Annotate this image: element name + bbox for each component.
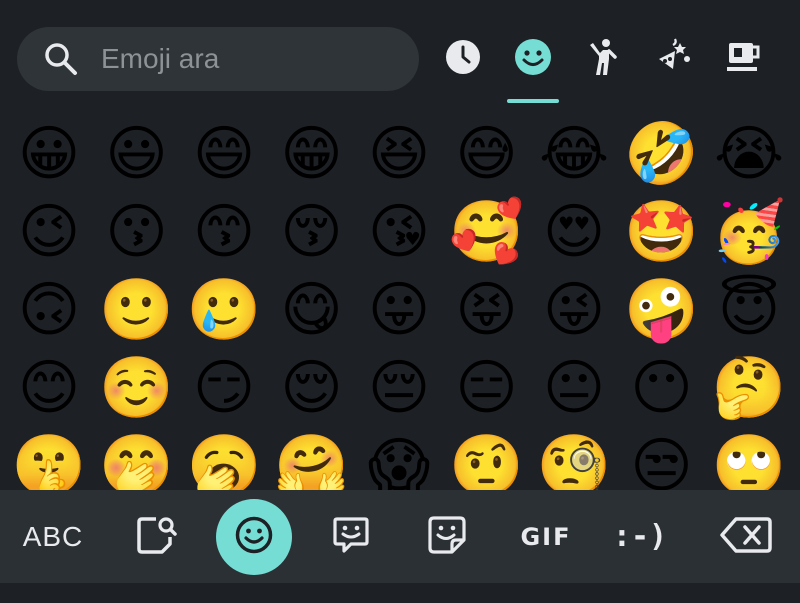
emoji-key[interactable]: 😗	[94, 192, 180, 272]
abc-button[interactable]: ABC	[8, 490, 98, 583]
smiley-icon	[234, 515, 274, 559]
emoji-key[interactable]: 😱	[356, 426, 442, 492]
keyboard-bottom-bar: ABC GIF:-)	[0, 490, 800, 583]
backspace-icon	[719, 515, 773, 559]
emoji-key[interactable]: 😶	[619, 348, 705, 428]
emoji-key[interactable]: 😇	[706, 270, 792, 350]
emoji-key[interactable]: 😝	[444, 270, 530, 350]
emoji-key[interactable]: 🤩	[619, 192, 705, 272]
emoji-key[interactable]: ☺️	[94, 348, 180, 428]
emoji-key[interactable]: 🥲	[181, 270, 267, 350]
emoji-key[interactable]: 😍	[531, 192, 617, 272]
emoji-key[interactable]: 🤭	[94, 426, 180, 492]
active-tab-indicator	[507, 99, 559, 103]
tab-smileys[interactable]	[511, 37, 555, 81]
sticker-button[interactable]	[416, 490, 478, 583]
emoji-key[interactable]: 😄	[181, 114, 267, 194]
emoji-key[interactable]: 😌	[269, 348, 355, 428]
cup-icon	[723, 37, 763, 81]
emoji-key[interactable]: 😭	[706, 114, 792, 194]
emoji-key[interactable]: 🤨	[444, 426, 530, 492]
tab-activities[interactable]	[651, 37, 695, 81]
emoji-key[interactable]: 😘	[356, 192, 442, 272]
emoji-mode-active-indicator	[216, 498, 292, 575]
gif-button[interactable]: GIF	[510, 490, 582, 583]
emoji-key[interactable]: 🤪	[619, 270, 705, 350]
emoji-key[interactable]: 🙃	[6, 270, 92, 350]
clock-icon	[444, 38, 482, 80]
emoji-key[interactable]: 😆	[356, 114, 442, 194]
sticker-icon	[426, 514, 468, 560]
emoji-grid: 😀 😃 😄 😁 😆 😅 😂 🤣 😭 😉 😗 😙 😚 😘 🥰 😍 🤩 🥳 🙃 🙂 🥲 😋 😛 😝 😜 🤪 😇 😊 ☺️ 😏 😌 😔 😑 😐 😶 🤔 🤫 🤭 🥱…	[0, 112, 800, 492]
emoji-key[interactable]: 😜	[531, 270, 617, 350]
tab-food[interactable]	[721, 37, 765, 81]
emoji-key[interactable]: 😐	[531, 348, 617, 428]
tab-people[interactable]	[581, 37, 625, 81]
smiley-icon	[513, 37, 553, 81]
emoji-key[interactable]: 😃	[94, 114, 180, 194]
emoticon-button[interactable]: :-)	[605, 490, 675, 583]
emoji-search-input[interactable]	[99, 42, 403, 76]
emoji-key[interactable]: 😙	[181, 192, 267, 272]
emoji-key[interactable]: 😔	[356, 348, 442, 428]
emoji-keyboard: 😀😃😄😁😆😅😂🤣😭 😉😗😙😚😘🥰😍🤩🥳 🙃🙂🥲😋😛😝😜🤪😇 😊☺️😏😌😔😑😐😶🤔 🤫🤭🥱…	[0, 0, 800, 603]
emoji-key[interactable]: 😀	[6, 114, 92, 194]
emoji-key[interactable]: 🧐	[531, 426, 617, 492]
emoji-mode-button[interactable]	[215, 490, 293, 583]
sticker-smiley-icon	[331, 514, 371, 560]
emoji-key[interactable]: 😚	[269, 192, 355, 272]
emoji-key[interactable]: 🙄	[706, 426, 792, 492]
emoji-key[interactable]: 😅	[444, 114, 530, 194]
sticker-search-button[interactable]	[125, 490, 187, 583]
emoji-search-bar[interactable]	[17, 27, 419, 91]
navigation-area	[0, 583, 800, 603]
emoji-key[interactable]: 🤔	[706, 348, 792, 428]
emoji-key[interactable]: 🤗	[269, 426, 355, 492]
emoji-key[interactable]: 🤣	[619, 114, 705, 194]
emoji-key[interactable]: 🤫	[6, 426, 92, 492]
backspace-button[interactable]	[710, 490, 782, 583]
emoji-key[interactable]: 🥰	[444, 192, 530, 272]
emoji-kitchen-button[interactable]	[320, 490, 382, 583]
emoji-key[interactable]: 😑	[444, 348, 530, 428]
party-icon	[653, 37, 693, 81]
emoji-key[interactable]: 😁	[269, 114, 355, 194]
emoji-key[interactable]: 😒	[619, 426, 705, 492]
emoji-key[interactable]: 😛	[356, 270, 442, 350]
tab-recent[interactable]	[441, 37, 485, 81]
emoji-key[interactable]: 🥱	[181, 426, 267, 492]
sticker-search-icon	[134, 513, 178, 561]
emoji-key[interactable]: 🥳	[706, 192, 792, 272]
emoji-key[interactable]: 😊	[6, 348, 92, 428]
emoji-key[interactable]: 😏	[181, 348, 267, 428]
emoji-key[interactable]: 😋	[269, 270, 355, 350]
search-icon	[41, 39, 81, 79]
person-icon	[583, 37, 623, 81]
emoji-key[interactable]: 🙂	[94, 270, 180, 350]
emoji-key[interactable]: 😉	[6, 192, 92, 272]
emoji-key[interactable]: 😂	[531, 114, 617, 194]
